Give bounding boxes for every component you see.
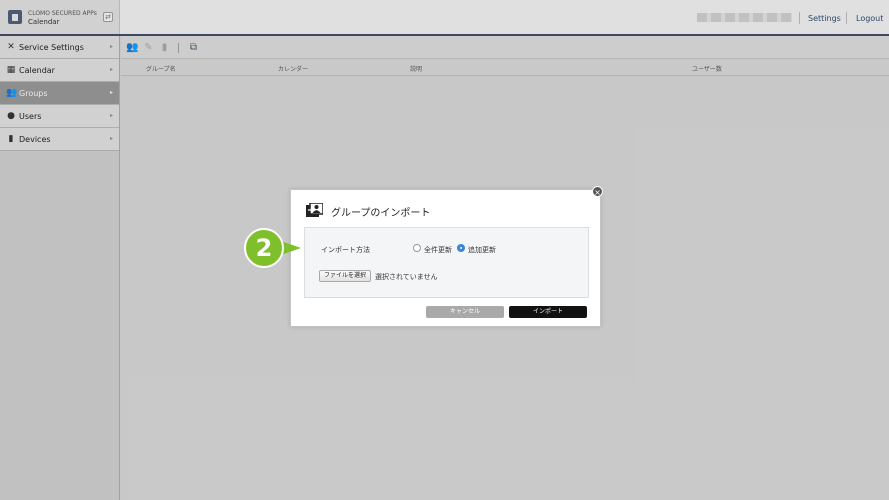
cancel-button[interactable]: キャンセル [426, 306, 504, 318]
app-window: CLOMO SECURED APPs Calendar ⇄ Settings L… [0, 0, 889, 500]
radio-full-update[interactable] [413, 244, 421, 252]
import-groups-dialog: グループのインポート インポート方法 全件更新 追加更新 ファイルを選択 選択さ… [290, 189, 601, 327]
close-icon[interactable]: × [592, 186, 603, 197]
choose-file-button[interactable]: ファイルを選択 [319, 270, 372, 282]
import-button[interactable]: インポート [509, 306, 587, 318]
group-import-icon [306, 203, 323, 217]
import-options-panel: インポート方法 全件更新 追加更新 ファイルを選択 選択されていません [304, 227, 589, 298]
radio-incremental-update-label[interactable]: 追加更新 [468, 245, 496, 255]
import-method-label: インポート方法 [321, 246, 370, 254]
radio-full-update-label[interactable]: 全件更新 [424, 245, 452, 255]
dialog-title: グループのインポート [331, 208, 431, 219]
radio-incremental-update[interactable] [457, 244, 465, 252]
callout-pointer [281, 241, 301, 255]
file-status-text: 選択されていません [375, 273, 438, 281]
step-number-badge: 2 [244, 228, 284, 268]
